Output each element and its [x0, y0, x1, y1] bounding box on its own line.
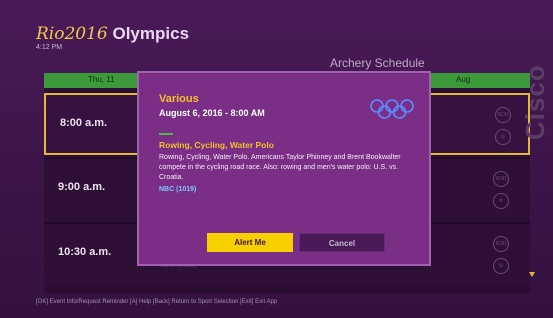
alert-me-button[interactable]: Alert Me: [207, 233, 293, 252]
day-label-left: Thu, 11: [88, 75, 115, 84]
reminder-icon[interactable]: ROD: [493, 171, 509, 187]
event-sports: Rowing, Cycling, Water Polo: [159, 140, 274, 150]
divider: [159, 133, 173, 135]
event-channel[interactable]: NBC (1019): [159, 186, 196, 193]
olympic-rings-icon: [370, 99, 414, 119]
reminder-icon[interactable]: ROD: [493, 236, 509, 252]
clock: 4:12 PM: [36, 44, 63, 51]
scroll-down-icon[interactable]: [529, 272, 535, 277]
schedule-title: Archery Schedule: [330, 56, 425, 70]
settings-icon[interactable]: ⚙: [495, 129, 511, 145]
event-detail-dialog: Various August 6, 2016 - 8:00 AM Rowing,…: [137, 71, 431, 266]
olympics-app: Rio2016 Olympics 4:12 PM Archery Schedul…: [0, 0, 553, 318]
row-icons: ROD ⚙: [490, 171, 512, 215]
event-datetime: August 6, 2016 - 8:00 AM: [159, 108, 265, 118]
row-time: 9:00 a.m.: [58, 181, 106, 193]
reminder-icon[interactable]: ROD: [495, 107, 511, 123]
footer-help: [OK] Event Info/Request Reminder [A] Hel…: [36, 299, 278, 305]
rio-wordmark: Rio2016: [36, 24, 108, 44]
olympics-wordmark: Olympics: [112, 24, 190, 43]
event-description: Rowing, Cycling, Water Polo. Americans T…: [159, 154, 401, 181]
settings-icon[interactable]: ⚙: [493, 193, 509, 209]
event-title: Various: [159, 93, 199, 105]
settings-icon[interactable]: ⚙: [493, 258, 509, 274]
row-icons: ROD ⚙: [490, 236, 512, 280]
row-time: 10:30 a.m.: [58, 246, 112, 258]
row-time: 8:00 a.m.: [60, 117, 108, 129]
day-label-right: Aug: [456, 75, 471, 84]
side-brand: Cisco: [520, 64, 550, 140]
row-icons: ROD ⚙: [492, 107, 514, 151]
cancel-button[interactable]: Cancel: [299, 233, 385, 252]
app-logo: Rio2016 Olympics: [36, 24, 189, 44]
